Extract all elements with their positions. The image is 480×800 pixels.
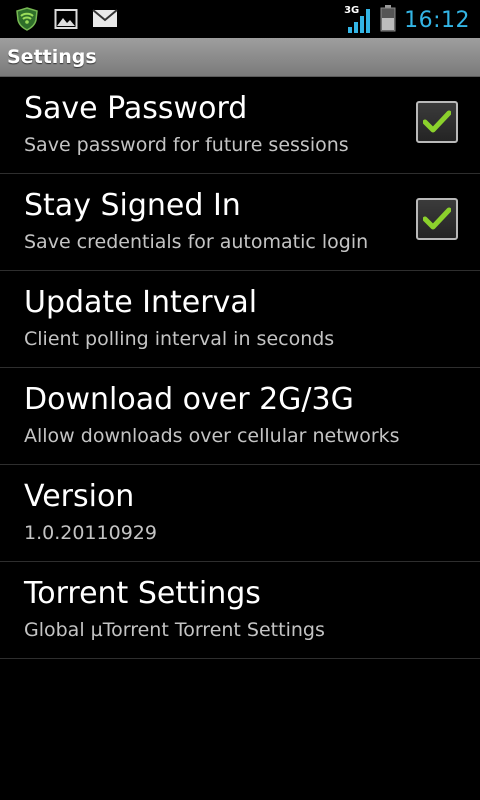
- system-icons: 3G 16:12: [344, 4, 470, 36]
- mail-icon: [92, 8, 118, 34]
- pref-stay-signed-in[interactable]: Stay Signed In Save credentials for auto…: [0, 174, 480, 271]
- pref-summary: Global µTorrent Torrent Settings: [24, 619, 325, 641]
- signal-icon: 3G: [344, 5, 372, 34]
- pref-summary: Save password for future sessions: [24, 134, 349, 156]
- pref-download-over-cellular[interactable]: Download over 2G/3G Allow downloads over…: [0, 368, 480, 465]
- title-bar: Settings: [0, 38, 480, 77]
- status-time: 16:12: [404, 7, 470, 33]
- check-mark-icon: [423, 110, 451, 133]
- pref-title: Update Interval: [24, 285, 258, 320]
- status-bar: 3G 16:12: [0, 0, 480, 38]
- pref-summary: Client polling interval in seconds: [24, 328, 335, 350]
- notification-icons: [14, 6, 118, 36]
- page-title: Settings: [7, 46, 97, 68]
- pref-save-password[interactable]: Save Password Save password for future s…: [0, 77, 480, 174]
- pref-update-interval[interactable]: Update Interval Client polling interval …: [0, 271, 480, 368]
- pref-summary: Allow downloads over cellular networks: [24, 425, 400, 447]
- image-icon: [54, 7, 78, 35]
- save-password-checkbox[interactable]: [416, 101, 458, 143]
- version-value: 1.0.20110929: [24, 522, 157, 544]
- preference-list: Save Password Save password for future s…: [0, 77, 480, 659]
- pref-title: Download over 2G/3G: [24, 382, 354, 417]
- stay-signed-in-checkbox[interactable]: [416, 198, 458, 240]
- pref-title: Stay Signed In: [24, 188, 241, 223]
- shield-icon: [14, 6, 40, 36]
- battery-icon: [380, 4, 396, 36]
- pref-torrent-settings[interactable]: Torrent Settings Global µTorrent Torrent…: [0, 562, 480, 659]
- pref-summary: Save credentials for automatic login: [24, 231, 369, 253]
- pref-title: Torrent Settings: [24, 576, 261, 611]
- pref-title: Save Password: [24, 91, 248, 126]
- check-mark-icon: [423, 207, 451, 230]
- pref-version[interactable]: Version 1.0.20110929: [0, 465, 480, 562]
- pref-title: Version: [24, 479, 135, 514]
